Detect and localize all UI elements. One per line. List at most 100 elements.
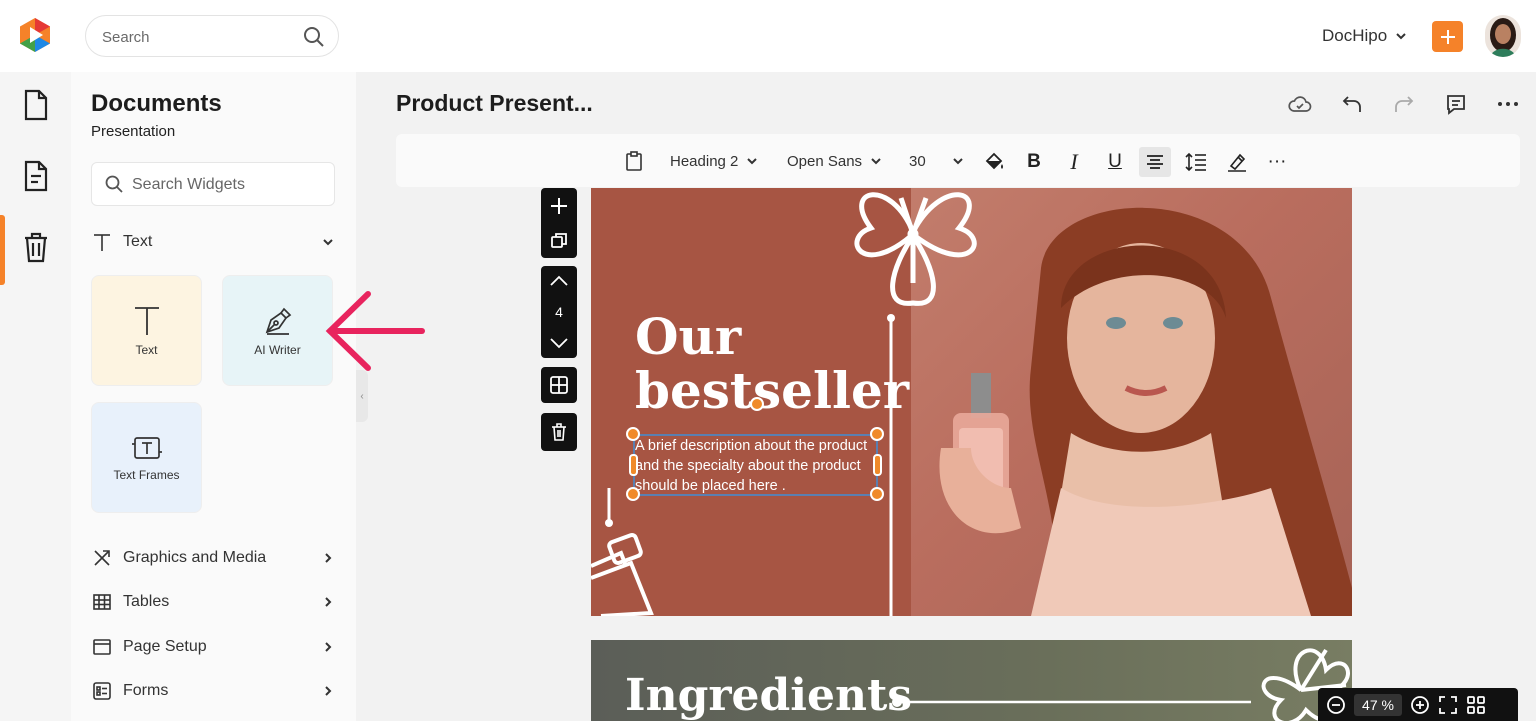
add-page-icon[interactable] <box>550 197 568 215</box>
trash-icon <box>552 423 566 441</box>
chevron-down-icon[interactable] <box>549 337 569 349</box>
font-family-dropdown[interactable]: Open Sans <box>787 148 882 174</box>
undo-icon[interactable] <box>1338 90 1366 118</box>
zoom-number: 47 <box>1362 696 1378 713</box>
resize-handle-top-right[interactable] <box>870 427 884 441</box>
more-format-button[interactable]: ··· <box>1261 147 1293 177</box>
zoom-in-icon[interactable] <box>1410 695 1430 715</box>
bold-button[interactable]: B <box>1018 147 1050 177</box>
fullscreen-icon[interactable] <box>1438 695 1458 715</box>
section-graphics-label: Graphics and Media <box>123 549 267 566</box>
heading-style-dropdown[interactable]: Heading 2 <box>670 148 758 174</box>
section-forms[interactable]: Forms <box>91 677 335 705</box>
search-box[interactable] <box>85 15 339 57</box>
align-center-button[interactable] <box>1139 147 1171 177</box>
slide-5[interactable]: Ingredients <box>591 640 1352 721</box>
duplicate-page-icon[interactable] <box>550 232 568 250</box>
grid-view-icon[interactable] <box>1466 695 1486 715</box>
grid-icon <box>550 376 568 394</box>
search-icon <box>104 174 124 194</box>
resize-handle-left[interactable] <box>629 454 638 476</box>
text-t-icon <box>134 306 159 335</box>
chevron-right-icon <box>325 686 332 696</box>
zoom-unit: % <box>1381 696 1394 713</box>
tile-text[interactable]: Text <box>91 275 202 386</box>
font-size-value: 30 <box>909 152 926 170</box>
zoom-value[interactable]: 47 % <box>1354 693 1402 716</box>
align-center-icon <box>1147 155 1163 169</box>
resize-handle-bottom-left[interactable] <box>626 487 640 501</box>
tile-ai-writer-label: AI Writer <box>254 342 301 357</box>
document-title[interactable]: Product Present... <box>396 90 593 117</box>
zoom-out-icon[interactable] <box>1326 695 1346 715</box>
font-size-dropdown[interactable]: 30 <box>909 148 964 174</box>
resize-handle-right[interactable] <box>873 454 882 476</box>
chevron-down-icon <box>1396 33 1406 40</box>
zoom-controls: 47 % <box>1318 688 1518 721</box>
resize-handle-bottom-right[interactable] <box>870 487 884 501</box>
tile-ai-writer[interactable]: AI Writer <box>222 275 333 386</box>
underline-button[interactable]: U <box>1099 147 1131 177</box>
widget-search-input[interactable] <box>132 174 322 196</box>
section-tables[interactable]: Tables <box>91 588 335 616</box>
create-button[interactable] <box>1432 21 1463 52</box>
slide-4[interactable]: Our bestseller A brief description about… <box>591 188 1352 616</box>
clipboard-icon[interactable] <box>625 148 643 174</box>
search-icon[interactable] <box>302 25 326 49</box>
rotate-handle[interactable] <box>750 397 764 411</box>
rail-document-content[interactable] <box>0 148 71 204</box>
forms-icon <box>91 680 113 702</box>
section-page-setup[interactable]: Page Setup <box>91 633 335 661</box>
widget-search-box[interactable] <box>91 162 335 206</box>
chevron-down-icon <box>747 158 758 165</box>
chevron-right-icon <box>325 553 332 563</box>
slide-heading-line2: bestseller <box>635 361 910 420</box>
add-duplicate-tools <box>541 188 577 258</box>
fill-color-button[interactable] <box>978 147 1010 177</box>
annotation-arrow-icon <box>325 291 425 371</box>
chevron-down-icon <box>871 158 881 165</box>
chevron-up-icon[interactable] <box>549 275 569 287</box>
section-text-label: Text <box>123 233 153 250</box>
dochipo-logo[interactable] <box>16 16 54 54</box>
grid-layout-button[interactable] <box>541 367 577 403</box>
highlighter-icon <box>1228 153 1246 172</box>
italic-button[interactable]: I <box>1058 147 1090 177</box>
resize-handle-top-left[interactable] <box>626 427 640 441</box>
chevron-right-icon <box>325 642 332 652</box>
account-menu[interactable]: DocHipo <box>1322 26 1407 46</box>
chevron-down-icon <box>952 158 963 165</box>
tile-text-label: Text <box>135 342 158 357</box>
avatar[interactable] <box>1485 15 1521 57</box>
line-spacing-button[interactable] <box>1180 147 1212 177</box>
top-bar: DocHipo <box>0 0 1536 72</box>
tile-text-frames[interactable]: Text Frames <box>91 402 202 513</box>
delete-page-button[interactable] <box>541 413 577 451</box>
paint-bucket-icon <box>985 152 1003 170</box>
section-forms-label: Forms <box>123 682 169 699</box>
slide-description[interactable]: A brief description about the product an… <box>635 436 878 496</box>
document-icon <box>24 89 47 121</box>
comment-icon[interactable] <box>1442 90 1470 118</box>
cloud-save-icon[interactable] <box>1286 90 1314 118</box>
collapse-panel-handle[interactable]: ‹ <box>356 370 368 422</box>
graphics-icon <box>91 547 113 569</box>
more-options-icon[interactable] <box>1494 90 1522 118</box>
rail-trash[interactable] <box>0 219 71 275</box>
redo-icon[interactable] <box>1390 90 1418 118</box>
page-navigator: 4 <box>541 266 577 358</box>
slide2-title[interactable]: Ingredients <box>625 670 912 721</box>
plus-icon <box>1440 29 1455 44</box>
line-spacing-icon <box>1185 152 1206 172</box>
tile-text-frames-label: Text Frames <box>113 467 180 482</box>
brand-name: DocHipo <box>1322 26 1388 45</box>
left-rail <box>0 72 71 721</box>
search-input[interactable] <box>102 26 292 48</box>
table-icon <box>91 591 113 613</box>
rail-documents[interactable] <box>0 77 71 133</box>
slide-heading[interactable]: Our bestseller <box>635 310 909 418</box>
highlight-button[interactable] <box>1221 147 1253 177</box>
section-text[interactable]: Text <box>91 228 335 256</box>
formatting-toolbar: Heading 2 Open Sans 30 B I U ··· <box>396 134 1520 187</box>
section-graphics-and-media[interactable]: Graphics and Media <box>91 544 335 572</box>
